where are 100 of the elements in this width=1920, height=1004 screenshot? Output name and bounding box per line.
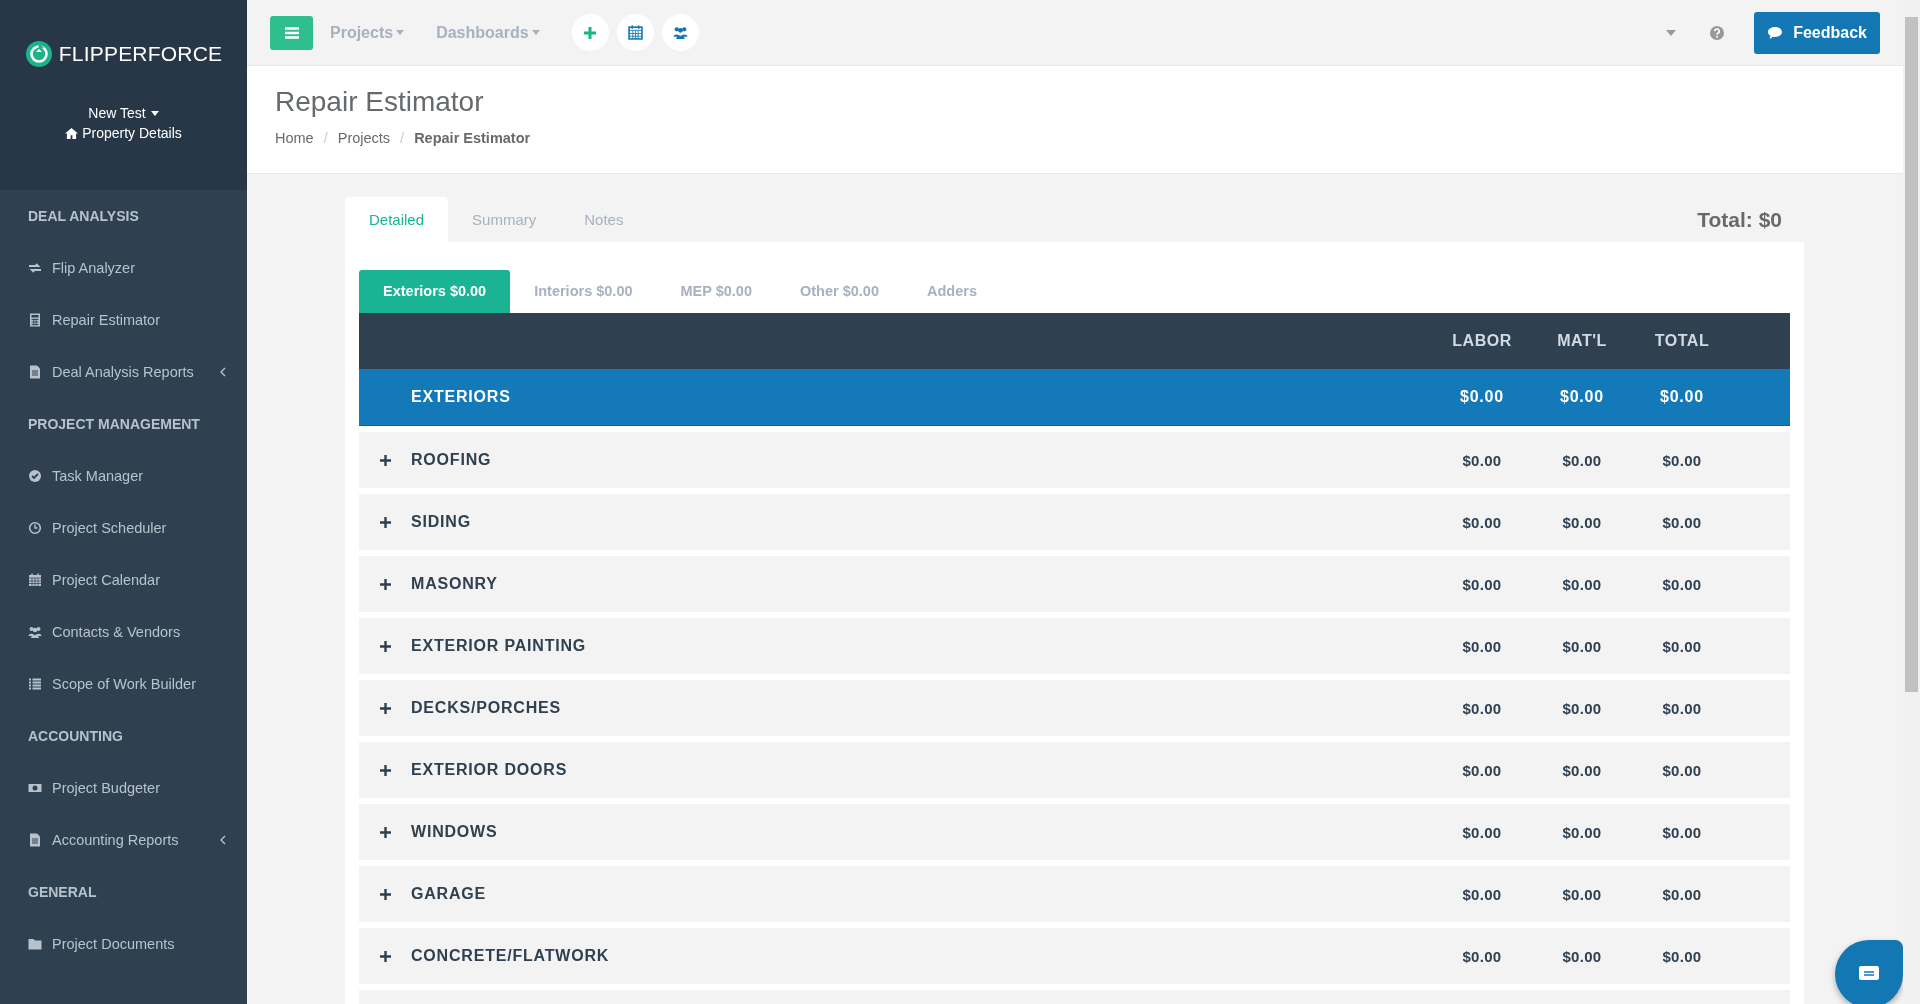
table-cell-text: $0.00 bbox=[1561, 637, 1603, 655]
expand-icon[interactable] bbox=[379, 702, 391, 714]
sidebar-item[interactable]: Contacts & Vendors bbox=[28, 606, 247, 658]
sidebar-item[interactable]: Task Manager bbox=[28, 450, 247, 502]
table-row[interactable]: EXTERIOR PAINTING $0.00 $0.00 $0.00 bbox=[359, 618, 1790, 674]
table-cell-text: $0.00 bbox=[1561, 699, 1603, 717]
table-cell-text: $0.00 bbox=[1561, 885, 1603, 903]
table-cell-text: $0.00 bbox=[1558, 388, 1605, 406]
table-row[interactable]: EXTERIOR DOORS $0.00 $0.00 $0.00 bbox=[359, 742, 1790, 798]
logo-icon bbox=[24, 40, 53, 68]
sidebar-item[interactable]: Scope of Work Builder bbox=[28, 658, 247, 710]
expand-icon[interactable] bbox=[379, 826, 391, 838]
calendar-button[interactable] bbox=[616, 14, 654, 51]
category-name: DECKS/PORCHES bbox=[411, 699, 562, 717]
calendar-icon bbox=[28, 573, 42, 587]
category-name: SIDING bbox=[411, 513, 472, 531]
team-button[interactable] bbox=[661, 14, 699, 51]
swap-icon bbox=[28, 261, 42, 275]
category-name: ROOFING bbox=[411, 451, 493, 469]
table-row[interactable]: SIDING $0.00 $0.00 $0.00 bbox=[359, 494, 1790, 550]
category-name: MASONRY bbox=[411, 575, 499, 593]
section-heading: GENERAL bbox=[28, 883, 98, 902]
category-name: EXTERIOR PAINTING bbox=[411, 637, 588, 655]
total-amount: Total: $0 bbox=[1697, 207, 1782, 232]
folder-icon bbox=[28, 937, 42, 951]
table-cell-text: $0.00 bbox=[1661, 513, 1703, 531]
table-cell-text: $0.00 bbox=[1561, 823, 1603, 841]
logo-text: FLIPPERFORCE bbox=[58, 42, 223, 66]
table-cell-text: $0.00 bbox=[1661, 637, 1703, 655]
section-heading: PROJECT MANAGEMENT bbox=[28, 415, 201, 434]
feedback-button[interactable]: Feedback bbox=[1754, 11, 1880, 54]
document-icon bbox=[28, 833, 42, 847]
table-cell-text: $0.00 bbox=[1661, 885, 1703, 903]
caret-icon bbox=[1666, 29, 1677, 36]
column-header: TOTAL bbox=[1653, 332, 1711, 350]
category-name: EXTERIOR DOORS bbox=[411, 761, 569, 779]
table-row[interactable]: ROOFING $0.00 $0.00 $0.00 bbox=[359, 432, 1790, 488]
category-name: WINDOWS bbox=[411, 823, 499, 841]
users-icon bbox=[28, 625, 42, 639]
table-cell-text: $0.00 bbox=[1661, 947, 1703, 965]
clock-icon bbox=[28, 521, 42, 535]
table-cell-text: $0.00 bbox=[1461, 637, 1503, 655]
expand-icon[interactable] bbox=[379, 888, 391, 900]
breadcrumb-link[interactable]: Projects bbox=[337, 130, 391, 146]
table-cell-text: $0.00 bbox=[1561, 451, 1603, 469]
expand-icon[interactable] bbox=[379, 764, 391, 776]
chat-icon bbox=[1858, 965, 1880, 983]
add-button[interactable] bbox=[571, 14, 609, 51]
sidebar-item[interactable]: Project Documents bbox=[28, 918, 247, 970]
table-cell-text: $0.00 bbox=[1561, 947, 1603, 965]
column-header: LABOR bbox=[1451, 332, 1513, 350]
table-cell-text: $0.00 bbox=[1561, 761, 1603, 779]
expand-icon[interactable] bbox=[379, 454, 391, 466]
breadcrumb-separator: / bbox=[323, 130, 328, 146]
breadcrumb-link[interactable]: Home bbox=[275, 130, 314, 146]
table-cell-text: $0.00 bbox=[1461, 823, 1503, 841]
section-heading: ACCOUNTING bbox=[28, 727, 124, 746]
table-cell-text: $0.00 bbox=[1461, 885, 1503, 903]
table-cell-text: $0.00 bbox=[1561, 513, 1603, 531]
table-cell-text: $0.00 bbox=[1461, 699, 1503, 717]
plus-icon bbox=[584, 26, 597, 39]
table-row[interactable]: GARAGE $0.00 $0.00 $0.00 bbox=[359, 866, 1790, 922]
sidebar-item[interactable]: Project Budgeter bbox=[28, 762, 247, 814]
sidebar-item[interactable]: Accounting Reports bbox=[28, 814, 247, 866]
caret-icon bbox=[396, 30, 405, 35]
table-row[interactable]: CONCRETE/FLATWORK $0.00 $0.00 $0.00 bbox=[359, 928, 1790, 984]
table-cell-text: $0.00 bbox=[1658, 388, 1705, 406]
sidebar-item[interactable]: Deal Analysis Reports bbox=[28, 346, 247, 398]
chat-button[interactable] bbox=[1835, 940, 1903, 1004]
expand-icon[interactable] bbox=[379, 578, 391, 590]
breadcrumb-separator: / bbox=[400, 130, 405, 146]
project-dropdown[interactable]: New Test bbox=[88, 105, 159, 121]
users-icon bbox=[671, 25, 689, 40]
check-circle-icon bbox=[28, 469, 42, 483]
sidebar-item[interactable]: Repair Estimator bbox=[28, 294, 247, 346]
table-row[interactable]: WINDOWS $0.00 $0.00 $0.00 bbox=[359, 804, 1790, 860]
category-name: GARAGE bbox=[411, 885, 488, 903]
table-cell-text: $0.00 bbox=[1461, 575, 1503, 593]
table-cell-text: $0.00 bbox=[1561, 575, 1603, 593]
sidebar-item[interactable]: Project Calendar bbox=[28, 554, 247, 606]
table-cell-text: $0.00 bbox=[1661, 451, 1703, 469]
calendar-icon bbox=[627, 25, 643, 40]
expand-icon[interactable] bbox=[379, 516, 391, 528]
table-cell-text: $0.00 bbox=[1661, 823, 1703, 841]
chevron-left-icon bbox=[220, 367, 226, 377]
sidebar-item[interactable]: Flip Analyzer bbox=[28, 242, 247, 294]
speech-bubble-icon bbox=[1767, 25, 1784, 40]
section-heading: DEAL ANALYSIS bbox=[28, 207, 140, 226]
sidebar-item[interactable]: Project Scheduler bbox=[28, 502, 247, 554]
table-row[interactable]: MASONRY $0.00 $0.00 $0.00 bbox=[359, 556, 1790, 612]
column-header: MAT'L bbox=[1556, 332, 1608, 350]
expand-icon[interactable] bbox=[379, 640, 391, 652]
table-row[interactable]: DECKS/PORCHES $0.00 $0.00 $0.00 bbox=[359, 680, 1790, 736]
table-cell-text: $0.00 bbox=[1461, 761, 1503, 779]
expand-icon[interactable] bbox=[379, 950, 391, 962]
page-title: Repair Estimator bbox=[275, 86, 485, 118]
property-details-link[interactable]: Property Details bbox=[65, 125, 182, 141]
home-icon bbox=[65, 127, 79, 139]
chevron-left-icon bbox=[220, 835, 226, 845]
help-icon bbox=[1710, 25, 1725, 40]
